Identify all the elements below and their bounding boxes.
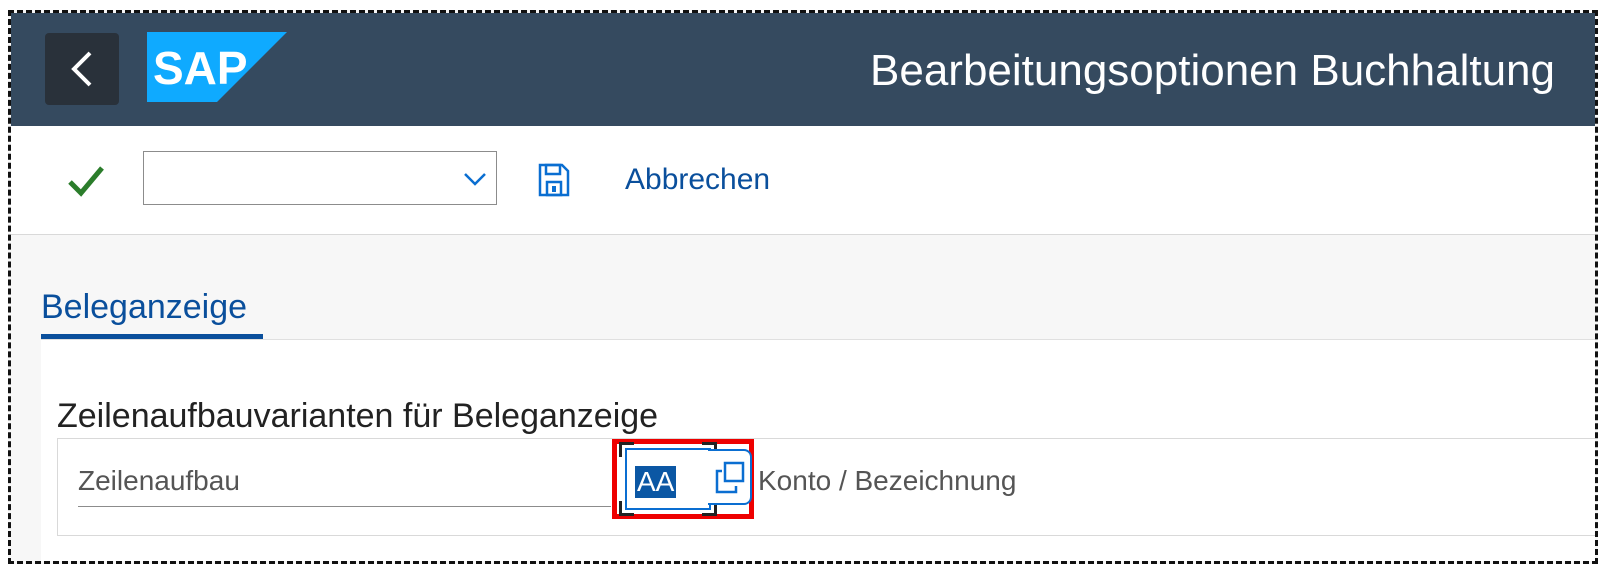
zeilenaufbau-value: AA (635, 466, 677, 498)
back-button[interactable] (45, 33, 119, 105)
screen-frame: SAP Bearbeitungsoptionen Buchhaltung Abb… (8, 10, 1598, 564)
tab-panel: Zeilenaufbauvarianten für Beleganzeige Z… (41, 340, 1595, 561)
focus-corner (619, 501, 634, 516)
field-description: Konto / Bezeichnung (758, 465, 1017, 496)
command-input[interactable] (152, 160, 446, 198)
value-help-button[interactable] (708, 449, 752, 505)
app-title: Bearbeitungsoptionen Buchhaltung (870, 46, 1555, 95)
toolbar: Abbrechen (11, 126, 1595, 235)
zeilenaufbau-input[interactable]: AA (619, 442, 717, 516)
tab-beleganzeige[interactable]: Beleganzeige (41, 285, 247, 329)
chevron-down-icon[interactable] (462, 166, 488, 192)
svg-text:SAP: SAP (153, 42, 248, 94)
shell-header: SAP Bearbeitungsoptionen Buchhaltung (11, 13, 1595, 126)
chevron-left-icon (71, 51, 92, 87)
cancel-button[interactable]: Abbrechen (625, 160, 770, 200)
checkmark-icon[interactable] (67, 164, 105, 198)
section-title: Zeilenaufbauvarianten für Beleganzeige (57, 397, 659, 435)
content-area: Beleganzeige Zeilenaufbauvarianten für B… (11, 235, 1595, 561)
command-field[interactable] (143, 151, 497, 205)
sap-logo: SAP (147, 32, 287, 102)
save-icon[interactable] (537, 162, 571, 198)
form-group: Zeilenaufbau AA Konto / Bezeichnung (57, 438, 1595, 536)
field-underline (78, 506, 611, 507)
value-help-icon (715, 461, 745, 494)
field-label: Zeilenaufbau (78, 465, 240, 496)
focus-corner (619, 442, 634, 457)
